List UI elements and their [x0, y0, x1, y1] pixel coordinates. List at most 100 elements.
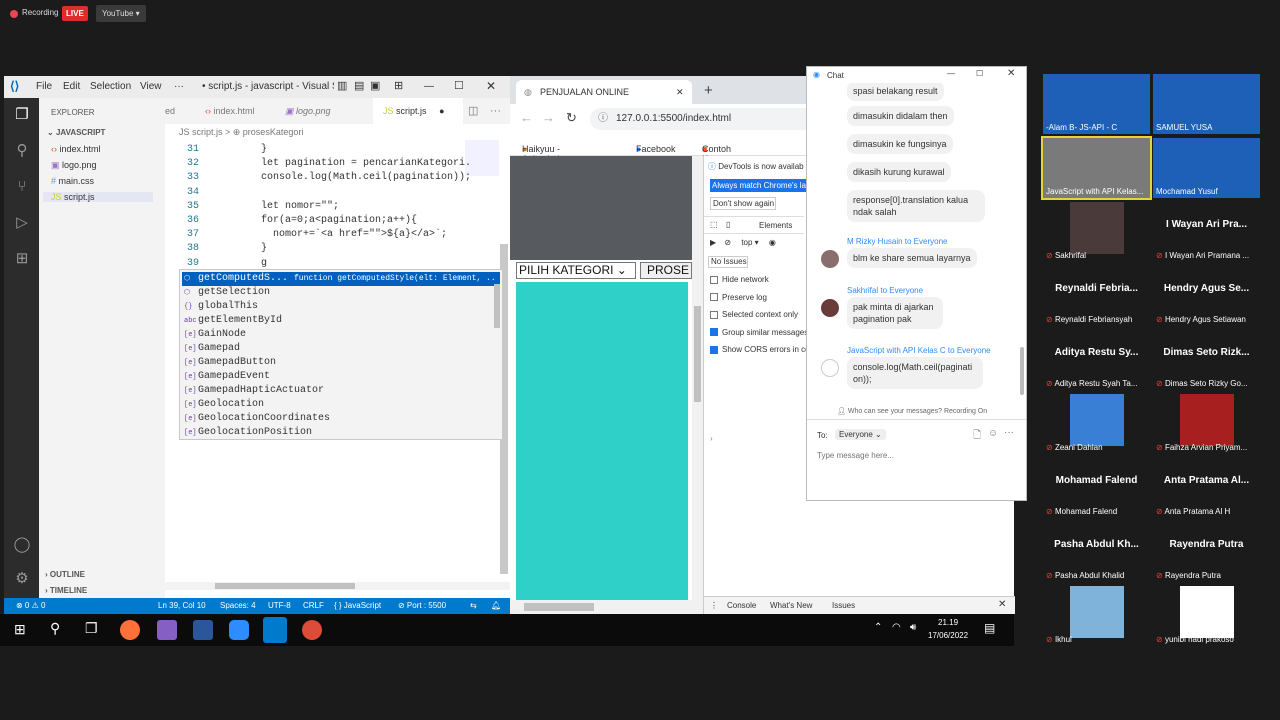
- proses-button[interactable]: PROSE: [640, 262, 692, 279]
- page-hscrollbar-thumb[interactable]: [524, 603, 594, 611]
- problems-indicator[interactable]: ⊗ 0 ⚠ 0: [16, 601, 45, 610]
- minimize-icon[interactable]: —: [424, 81, 434, 92]
- file-icon[interactable]: 🗋︎: [973, 428, 981, 445]
- participant-tile[interactable]: Reynaldi Febria... ⊘ Reynaldi Febriansyah: [1043, 266, 1150, 326]
- more-options-icon[interactable]: ···: [1004, 427, 1014, 438]
- code-line[interactable]: let pagination = pencarianKategori.: [261, 158, 471, 169]
- code-line[interactable]: }: [261, 144, 267, 155]
- checkbox[interactable]: [710, 293, 718, 302]
- forward-icon[interactable]: →: [542, 110, 555, 125]
- chat-minimize-icon[interactable]: —: [947, 69, 955, 78]
- close-icon[interactable]: ✕: [486, 79, 496, 93]
- split-editor-icon[interactable]: ◫: [468, 98, 478, 124]
- dont-show-button[interactable]: Don't show again: [710, 197, 776, 210]
- suggestion-item[interactable]: [e] GamepadButton: [182, 356, 500, 370]
- page-scrollbar-thumb[interactable]: [694, 306, 701, 402]
- clear-console-icon[interactable]: ⊘: [724, 238, 731, 247]
- clock-time[interactable]: 21.19: [938, 618, 958, 627]
- always-match-button[interactable]: Always match Chrome's la: [710, 179, 810, 192]
- inspect-icon[interactable]: ⬚: [710, 220, 718, 229]
- checkbox[interactable]: [710, 345, 718, 354]
- tab-partial[interactable]: ed: [165, 98, 175, 124]
- emoji-icon[interactable]: ☺: [988, 428, 998, 439]
- task-view-icon[interactable]: ❐: [85, 620, 98, 637]
- suggestion-item[interactable]: abc getElementById: [182, 314, 500, 328]
- participant-tile[interactable]: ⊘ Zeani Dahlan: [1043, 394, 1150, 454]
- participant-tile[interactable]: Dimas Seto Rizk... ⊘ Dimas Seto Rizky Go.…: [1153, 330, 1260, 390]
- live-server-port[interactable]: ⊘ Port : 5500: [398, 601, 446, 610]
- participant-tile[interactable]: Aditya Restu Sy... ⊘ Aditya Restu Syah Ta…: [1043, 330, 1150, 390]
- code-line[interactable]: nomor+=`<a href="">${a}</a>`;: [261, 229, 447, 240]
- chat-maximize-icon[interactable]: ☐: [976, 69, 983, 78]
- drawer-tab-whats-new[interactable]: What's New: [770, 601, 812, 610]
- wifi-icon[interactable]: ◠: [892, 622, 901, 633]
- explorer-icon[interactable]: ❐: [13, 106, 31, 124]
- tab-close-icon[interactable]: ✕: [676, 80, 684, 104]
- page-scrollbar[interactable]: [692, 156, 703, 600]
- chrome-taskbar-icon[interactable]: [302, 620, 322, 640]
- drawer-menu-icon[interactable]: ⋮: [710, 601, 718, 610]
- file-logo-png[interactable]: ▣ logo.png: [51, 160, 161, 171]
- checkbox[interactable]: [710, 275, 718, 284]
- new-tab-icon[interactable]: +: [704, 82, 713, 99]
- chat-scrollbar[interactable]: [1020, 347, 1024, 395]
- maximize-icon[interactable]: ☐: [454, 79, 464, 92]
- participant-tile[interactable]: I Wayan Ari Pra... ⊘ I Wayan Ari Pramana …: [1153, 202, 1260, 262]
- windows-start-icon[interactable]: ⊞: [14, 621, 26, 638]
- extensions-icon[interactable]: ⊞: [13, 250, 31, 268]
- encoding[interactable]: UTF-8: [268, 601, 291, 610]
- suggestion-item[interactable]: [e] GeolocationPosition: [182, 426, 500, 440]
- layout-sidebar-icon[interactable]: ▥: [337, 79, 347, 92]
- account-icon[interactable]: ◯: [13, 536, 31, 554]
- layout-aux-icon[interactable]: ▣: [370, 79, 380, 92]
- live-badge[interactable]: LIVE: [62, 6, 88, 21]
- suggestion-item[interactable]: {} globalThis: [182, 300, 500, 314]
- layout-panel-icon[interactable]: ▤: [354, 79, 364, 92]
- firefox-icon[interactable]: [120, 620, 140, 640]
- drawer-close-icon[interactable]: ✕: [998, 599, 1006, 610]
- volume-icon[interactable]: 🔊︎: [910, 622, 916, 633]
- menu-selection[interactable]: Selection: [90, 81, 131, 92]
- horizontal-scrollbar[interactable]: [165, 582, 510, 590]
- drawer-tab-issues[interactable]: Issues: [832, 601, 855, 610]
- feedback-icon[interactable]: ⇆: [470, 601, 477, 610]
- code-line[interactable]: let nomor="";: [261, 201, 339, 212]
- search-taskbar-icon[interactable]: ⚲: [50, 620, 60, 637]
- participant-tile[interactable]: Mochamad Yusuf: [1153, 138, 1260, 198]
- participant-tile[interactable]: ⊘ Faihza Arvian Priyam...: [1153, 394, 1260, 454]
- file-index-html[interactable]: ‹› index.html: [51, 144, 161, 154]
- source-control-icon[interactable]: ⑂: [13, 178, 31, 196]
- participant-tile[interactable]: Pasha Abdul Kh... ⊘ Pasha Abdul Khalid: [1043, 522, 1150, 582]
- suggestion-scrollbar[interactable]: [494, 284, 500, 328]
- cursor-position[interactable]: Ln 39, Col 10: [158, 601, 206, 610]
- console-option[interactable]: Selected context only: [710, 310, 798, 319]
- elements-tab[interactable]: Elements: [759, 221, 792, 230]
- console-option[interactable]: Show CORS errors in co: [710, 345, 810, 354]
- suggestion-item[interactable]: [e] GamepadEvent: [182, 370, 500, 384]
- word-icon[interactable]: [193, 620, 213, 640]
- notifications-icon[interactable]: 🔔︎: [491, 601, 501, 610]
- page-hscrollbar[interactable]: [510, 600, 703, 614]
- participant-tile[interactable]: Mohamad Falend ⊘ Mohamad Falend: [1043, 458, 1150, 518]
- participant-tile[interactable]: SAMUEL YUSA: [1153, 74, 1260, 134]
- suggestion-item[interactable]: ⬡ getSelection: [182, 286, 500, 300]
- code-line[interactable]: for(a=0;a<pagination;a++){: [261, 215, 417, 226]
- file-script-js[interactable]: JS script.js: [43, 192, 153, 202]
- chat-privacy-note[interactable]: 👤︎ Who can see your messages? Recording …: [837, 407, 987, 415]
- tab-logo-png[interactable]: ▣ logo.png: [285, 98, 331, 124]
- outline-section[interactable]: › OUTLINE: [45, 570, 85, 579]
- more-actions-icon[interactable]: ···: [490, 98, 501, 124]
- participant-tile[interactable]: ⊘ Ikhul: [1043, 586, 1150, 646]
- tray-chevron-icon[interactable]: ⌃: [874, 622, 882, 633]
- participant-tile[interactable]: ⊘ Sakhrifal: [1043, 202, 1150, 262]
- eye-icon[interactable]: ◉: [769, 238, 776, 247]
- youtube-dropdown[interactable]: YouTube ▾: [96, 5, 146, 22]
- console-option[interactable]: Preserve log: [710, 293, 767, 302]
- console-option[interactable]: Hide network: [710, 275, 769, 284]
- unsaved-dot-icon[interactable]: ●: [439, 106, 444, 116]
- settings-gear-icon[interactable]: ⚙: [13, 570, 31, 588]
- notification-center-icon[interactable]: ▤: [984, 621, 995, 635]
- suggestion-item[interactable]: ⬡ getComputedS... function getComputedStyl…: [182, 272, 500, 286]
- back-icon[interactable]: ←: [520, 110, 533, 125]
- tab-index-html[interactable]: ‹› index.html: [205, 98, 255, 124]
